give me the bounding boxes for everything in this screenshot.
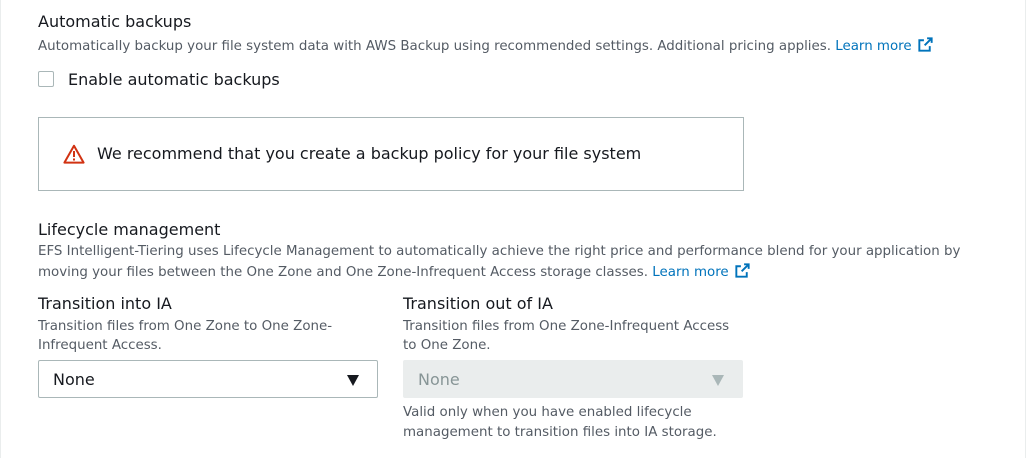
transition-into-ia-select[interactable]: None xyxy=(38,360,378,398)
lifecycle-description-line1: EFS Intelligent-Tiering uses Lifecycle M… xyxy=(38,244,961,259)
backup-policy-alert: We recommend that you create a backup po… xyxy=(38,117,744,191)
external-link-icon xyxy=(918,37,933,52)
transition-out-of-ia-hint-line1: Valid only when you have enabled lifecyc… xyxy=(403,405,692,420)
lifecycle-learn-more-label: Learn more xyxy=(652,265,729,280)
transition-out-of-ia-label: Transition out of IA xyxy=(403,294,553,313)
caret-down-icon xyxy=(347,375,359,386)
lifecycle-description-line2: moving your files between the One Zone a… xyxy=(38,262,751,283)
enable-automatic-backups-label[interactable]: Enable automatic backups xyxy=(68,70,280,89)
warning-triangle-icon xyxy=(63,144,85,164)
transition-into-ia-value: None xyxy=(53,369,95,389)
transition-out-of-ia-hint-line2: management to transition files into IA s… xyxy=(403,425,717,440)
transition-into-ia-description-line2: Infrequent Access. xyxy=(38,338,162,353)
enable-automatic-backups-checkbox[interactable]: Enable automatic backups xyxy=(38,68,280,90)
lifecycle-description-line2-text: moving your files between the One Zone a… xyxy=(38,265,649,280)
transition-out-of-ia-value: None xyxy=(418,369,460,389)
caret-down-icon xyxy=(712,375,724,386)
alert-message: We recommend that you create a backup po… xyxy=(97,144,642,163)
transition-out-of-ia-hint: Valid only when you have enabled lifecyc… xyxy=(403,403,743,443)
transition-into-ia-label: Transition into IA xyxy=(38,294,172,313)
automatic-backups-description: Automatically backup your file system da… xyxy=(38,36,934,57)
backups-learn-more-label: Learn more xyxy=(835,39,912,54)
left-border xyxy=(0,0,1,458)
backups-learn-more-link[interactable]: Learn more xyxy=(835,37,933,54)
transition-out-of-ia-description-line2: to One Zone. xyxy=(403,338,491,353)
transition-out-of-ia-description: Transition files from One Zone-Infrequen… xyxy=(403,317,743,355)
transition-out-of-ia-description-line1: Transition files from One Zone-Infrequen… xyxy=(403,319,730,334)
transition-into-ia-description: Transition files from One Zone to One Zo… xyxy=(38,317,378,355)
lifecycle-learn-more-link[interactable]: Learn more xyxy=(652,263,750,280)
automatic-backups-title: Automatic backups xyxy=(38,12,192,31)
automatic-backups-description-text: Automatically backup your file system da… xyxy=(38,39,831,54)
lifecycle-management-title: Lifecycle management xyxy=(38,220,221,239)
checkbox-box[interactable] xyxy=(38,71,54,87)
transition-out-of-ia-select: None xyxy=(403,360,743,398)
external-link-icon xyxy=(735,263,750,278)
transition-into-ia-description-line1: Transition files from One Zone to One Zo… xyxy=(38,319,333,334)
